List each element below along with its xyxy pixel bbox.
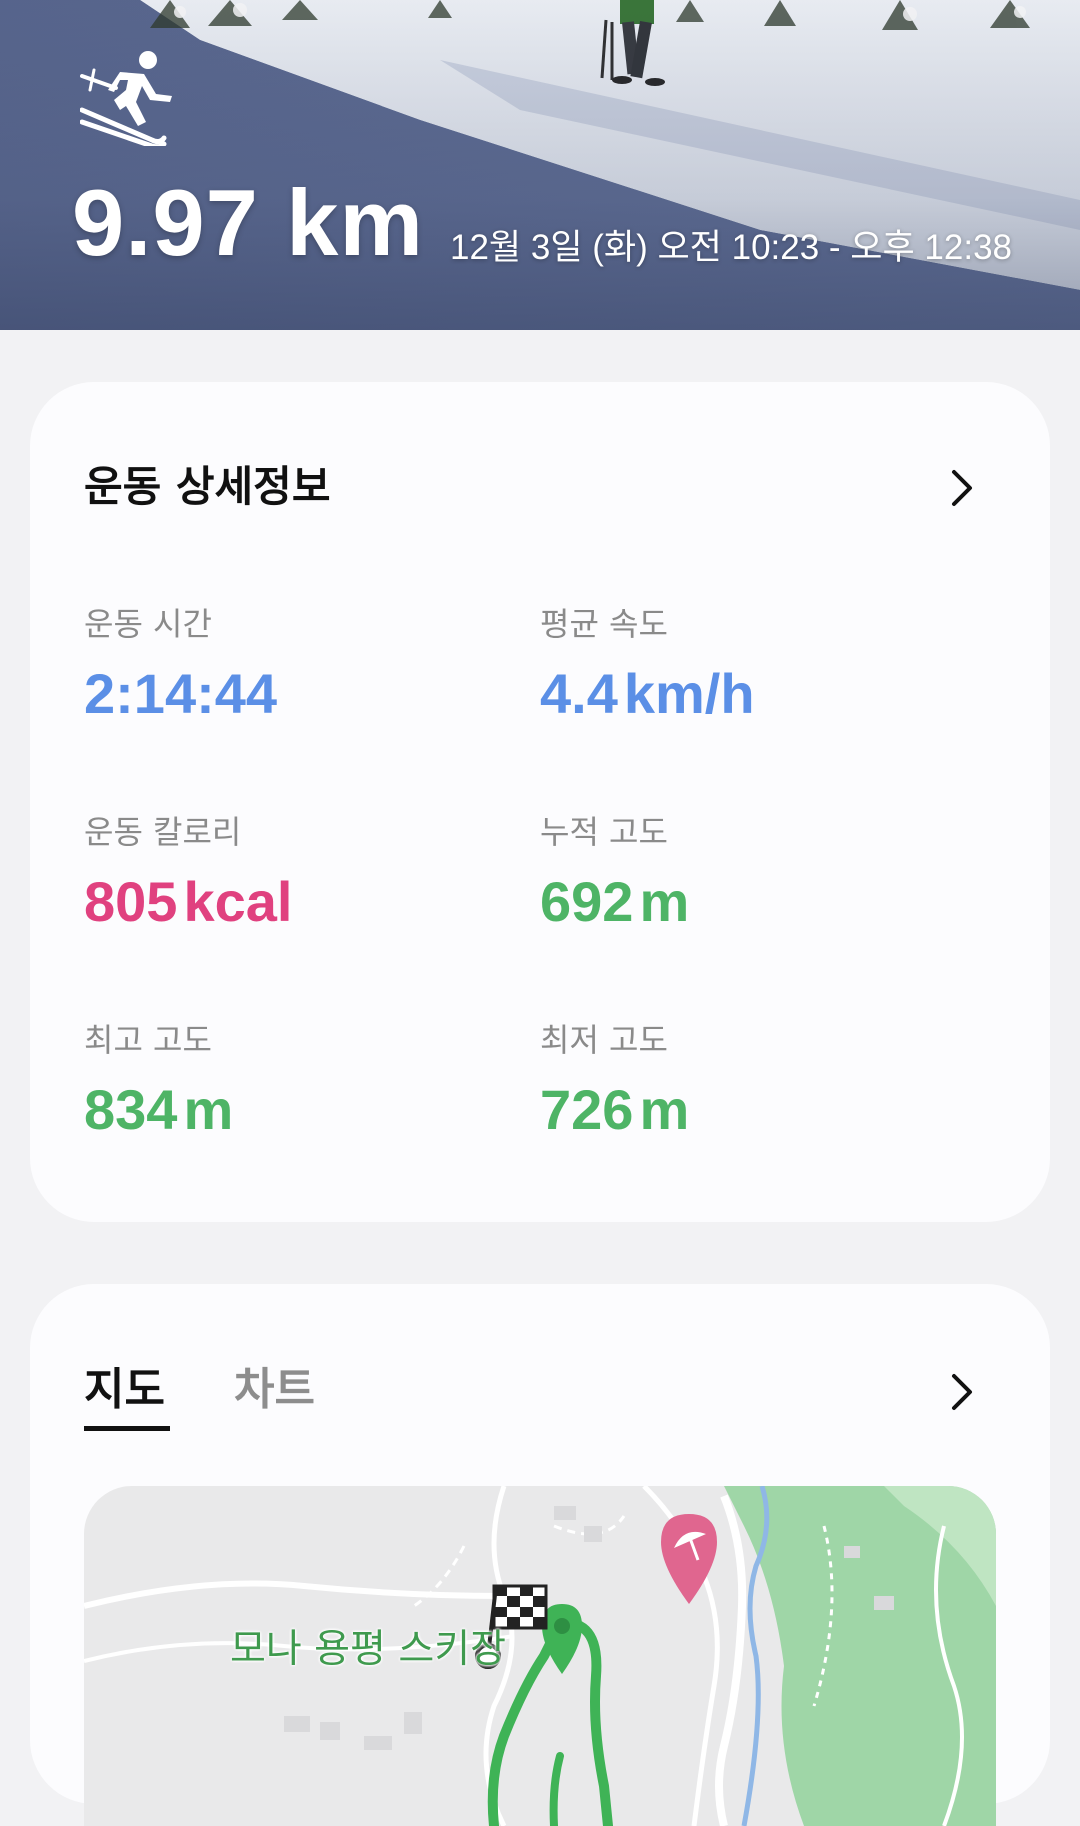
stat-label: 최저 고도 bbox=[540, 1021, 668, 1059]
map-tiles bbox=[84, 1486, 996, 1826]
stat-workout-time: 운동 시간 2:14:44 bbox=[84, 608, 504, 722]
workout-date-range: 12월 3일 (화) 오전 10:23 - 오후 12:38 bbox=[450, 228, 1013, 267]
stat-unit: m bbox=[639, 1078, 690, 1141]
stat-number: 805 bbox=[84, 870, 178, 933]
location-pin-icon[interactable] bbox=[542, 1604, 582, 1674]
stat-number: 834 bbox=[84, 1078, 178, 1141]
stat-value: 692 m bbox=[540, 874, 960, 930]
stat-average-speed: 평균 속도 4.4 km/h bbox=[540, 608, 960, 722]
workout-details-card[interactable]: 운동 상세정보 운동 시간 2:14:44 평균 속도 4.4 km/h 운동 칼… bbox=[30, 382, 1050, 1222]
stat-value: 2:14:44 bbox=[84, 666, 504, 722]
stat-label: 평균 속도 bbox=[540, 605, 668, 643]
map-chart-card: 지도 차트 모나 용평 스키장 bbox=[30, 1284, 1050, 1826]
stat-label: 누적 고도 bbox=[540, 813, 668, 851]
stat-unit: m bbox=[183, 1078, 234, 1141]
chevron-right-icon[interactable] bbox=[948, 466, 976, 510]
map-place-label: 모나 용평 스키장 bbox=[230, 1627, 506, 1672]
stat-number: 4.4 bbox=[540, 662, 618, 725]
stat-min-elevation: 최저 고도 726 m bbox=[540, 1024, 960, 1138]
stat-number: 692 bbox=[540, 870, 634, 933]
stat-value: 726 m bbox=[540, 1082, 960, 1138]
stat-label: 운동 시간 bbox=[84, 605, 212, 643]
stat-cumulative-elevation: 누적 고도 692 m bbox=[540, 816, 960, 930]
stat-number: 726 bbox=[540, 1078, 634, 1141]
stat-unit: kcal bbox=[183, 870, 293, 933]
stat-unit: m bbox=[639, 870, 690, 933]
stat-label: 최고 고도 bbox=[84, 1021, 212, 1059]
stat-number: 2:14:44 bbox=[84, 662, 278, 725]
total-distance: 9.97 km bbox=[72, 170, 424, 275]
stat-value: 4.4 km/h bbox=[540, 666, 960, 722]
stat-label: 운동 칼로리 bbox=[84, 813, 242, 851]
chevron-right-icon[interactable] bbox=[948, 1370, 976, 1414]
skiing-icon bbox=[80, 51, 172, 146]
stat-value: 805 kcal bbox=[84, 874, 504, 930]
hero-banner: 9.97 km 12월 3일 (화) 오전 10:23 - 오후 12:38 bbox=[0, 0, 1080, 330]
stat-unit: km/h bbox=[623, 662, 755, 725]
stat-max-elevation: 최고 고도 834 m bbox=[84, 1024, 504, 1138]
tab-selected-indicator bbox=[84, 1426, 170, 1431]
stat-value: 834 m bbox=[84, 1082, 504, 1138]
route-map[interactable]: 모나 용평 스키장 bbox=[84, 1486, 996, 1826]
tab-map[interactable]: 지도 bbox=[84, 1368, 165, 1412]
tab-chart[interactable]: 차트 bbox=[234, 1368, 315, 1412]
stat-calories: 운동 칼로리 805 kcal bbox=[84, 816, 504, 930]
details-title: 운동 상세정보 bbox=[84, 462, 331, 511]
